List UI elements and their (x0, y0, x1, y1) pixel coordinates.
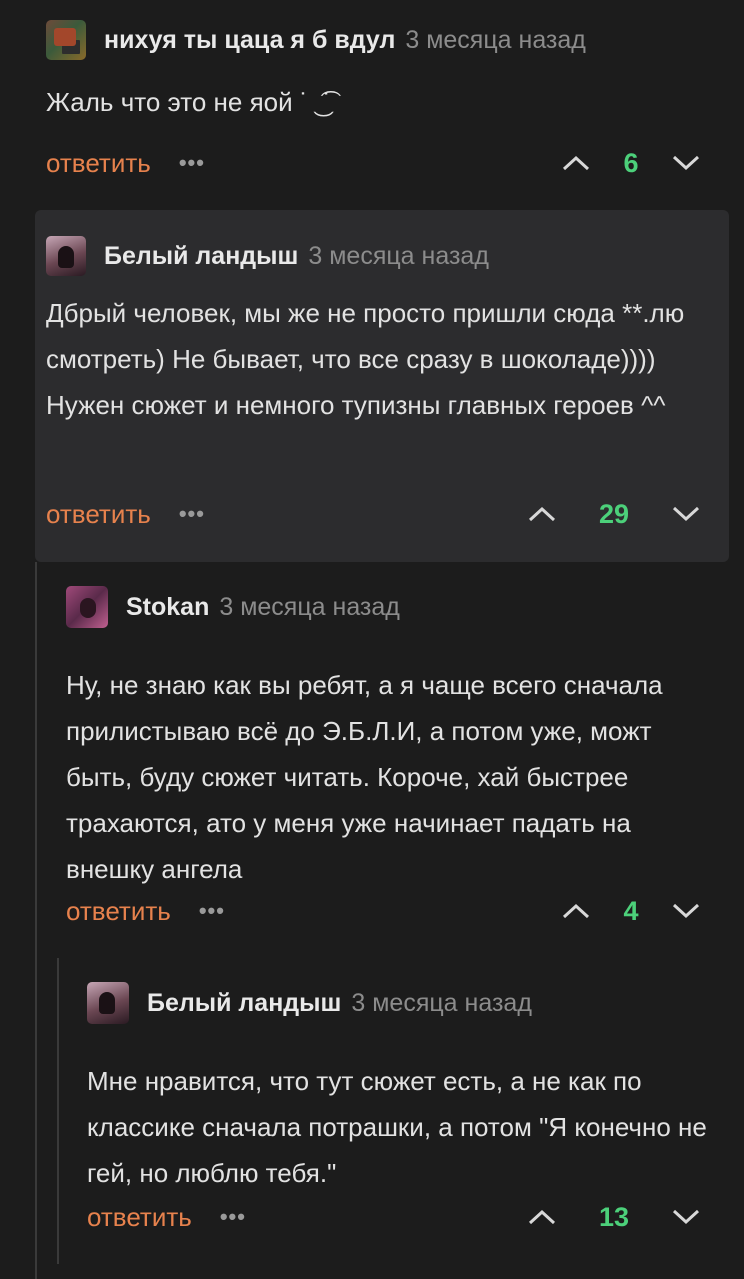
downvote-button[interactable] (666, 143, 706, 183)
comment-actions: ответить ••• 6 (46, 143, 706, 183)
comments-feed: нихуя ты цаца я б вдул 3 месяца назад Жа… (0, 0, 744, 1279)
thread-line (57, 958, 59, 1264)
avatar[interactable] (87, 982, 129, 1024)
comment-time: 3 месяца назад (219, 592, 400, 621)
vote-score: 13 (598, 1201, 630, 1232)
comment-header: Белый ландыш 3 месяца назад (46, 236, 706, 276)
more-options-button[interactable]: ••• (179, 150, 205, 176)
chevron-down-icon (672, 903, 700, 919)
comment-text: Жаль что это не яой ˙ ͜ ͡˙ (46, 87, 332, 117)
comment-actions: ответить ••• 29 (46, 494, 706, 534)
downvote-button[interactable] (666, 891, 706, 931)
comment-text: Мне нравится, что тут сюжет есть, а не к… (87, 1066, 707, 1188)
downvote-button[interactable] (666, 494, 706, 534)
comment-header: Белый ландыш 3 месяца назад (87, 982, 712, 1024)
comment-actions: ответить ••• 4 (66, 891, 706, 931)
reply-button[interactable]: ответить (46, 148, 151, 179)
comment-time: 3 месяца назад (351, 988, 532, 1017)
upvote-button[interactable] (556, 143, 596, 183)
chevron-up-icon (562, 155, 590, 171)
author-name[interactable]: Белый ландыш (147, 989, 341, 1018)
chevron-down-icon (672, 506, 700, 522)
vote-score: 4 (623, 895, 639, 926)
more-options-button[interactable]: ••• (179, 501, 205, 527)
vote-controls: 13 (522, 1197, 706, 1237)
comment-highlighted: Белый ландыш 3 месяца назад Дбрый челове… (35, 210, 729, 562)
comment-text: Ну, не знаю как вы ребят, а я чаще всего… (66, 670, 663, 884)
reply-button[interactable]: ответить (46, 499, 151, 530)
comment-time: 3 месяца назад (405, 25, 586, 54)
comment: Stokan 3 месяца назад Ну, не знаю как вы… (66, 586, 706, 933)
more-options-button[interactable]: ••• (220, 1204, 246, 1230)
comment-header: Stokan 3 месяца назад (66, 586, 706, 628)
comment: нихуя ты цаца я б вдул 3 месяца назад Жа… (46, 20, 706, 190)
vote-controls: 4 (556, 891, 706, 931)
vote-score: 6 (623, 147, 639, 178)
chevron-up-icon (528, 506, 556, 522)
avatar[interactable] (66, 586, 108, 628)
chevron-down-icon (672, 1209, 700, 1225)
chevron-up-icon (562, 903, 590, 919)
upvote-button[interactable] (522, 1197, 562, 1237)
upvote-button[interactable] (522, 494, 562, 534)
comment-header: нихуя ты цаца я б вдул 3 месяца назад (46, 20, 706, 60)
downvote-button[interactable] (666, 1197, 706, 1237)
comment-time: 3 месяца назад (308, 241, 489, 270)
more-options-button[interactable]: ••• (199, 898, 225, 924)
reply-button[interactable]: ответить (87, 1202, 192, 1233)
upvote-button[interactable] (556, 891, 596, 931)
author-name[interactable]: нихуя ты цаца я б вдул (104, 26, 395, 55)
thread-line (35, 562, 37, 1279)
comment-actions: ответить ••• 13 (87, 1197, 706, 1237)
chevron-up-icon (528, 1209, 556, 1225)
comment: Белый ландыш 3 месяца назад Мне нравится… (87, 982, 712, 1243)
avatar[interactable] (46, 20, 86, 60)
vote-controls: 6 (556, 143, 706, 183)
reply-button[interactable]: ответить (66, 896, 171, 927)
chevron-down-icon (672, 155, 700, 171)
author-name[interactable]: Белый ландыш (104, 242, 298, 271)
avatar[interactable] (46, 236, 86, 276)
comment-text: Дбрый человек, мы же не просто пришли сю… (46, 298, 685, 420)
vote-controls: 29 (522, 494, 706, 534)
vote-score: 29 (598, 498, 630, 529)
author-name[interactable]: Stokan (126, 593, 209, 622)
